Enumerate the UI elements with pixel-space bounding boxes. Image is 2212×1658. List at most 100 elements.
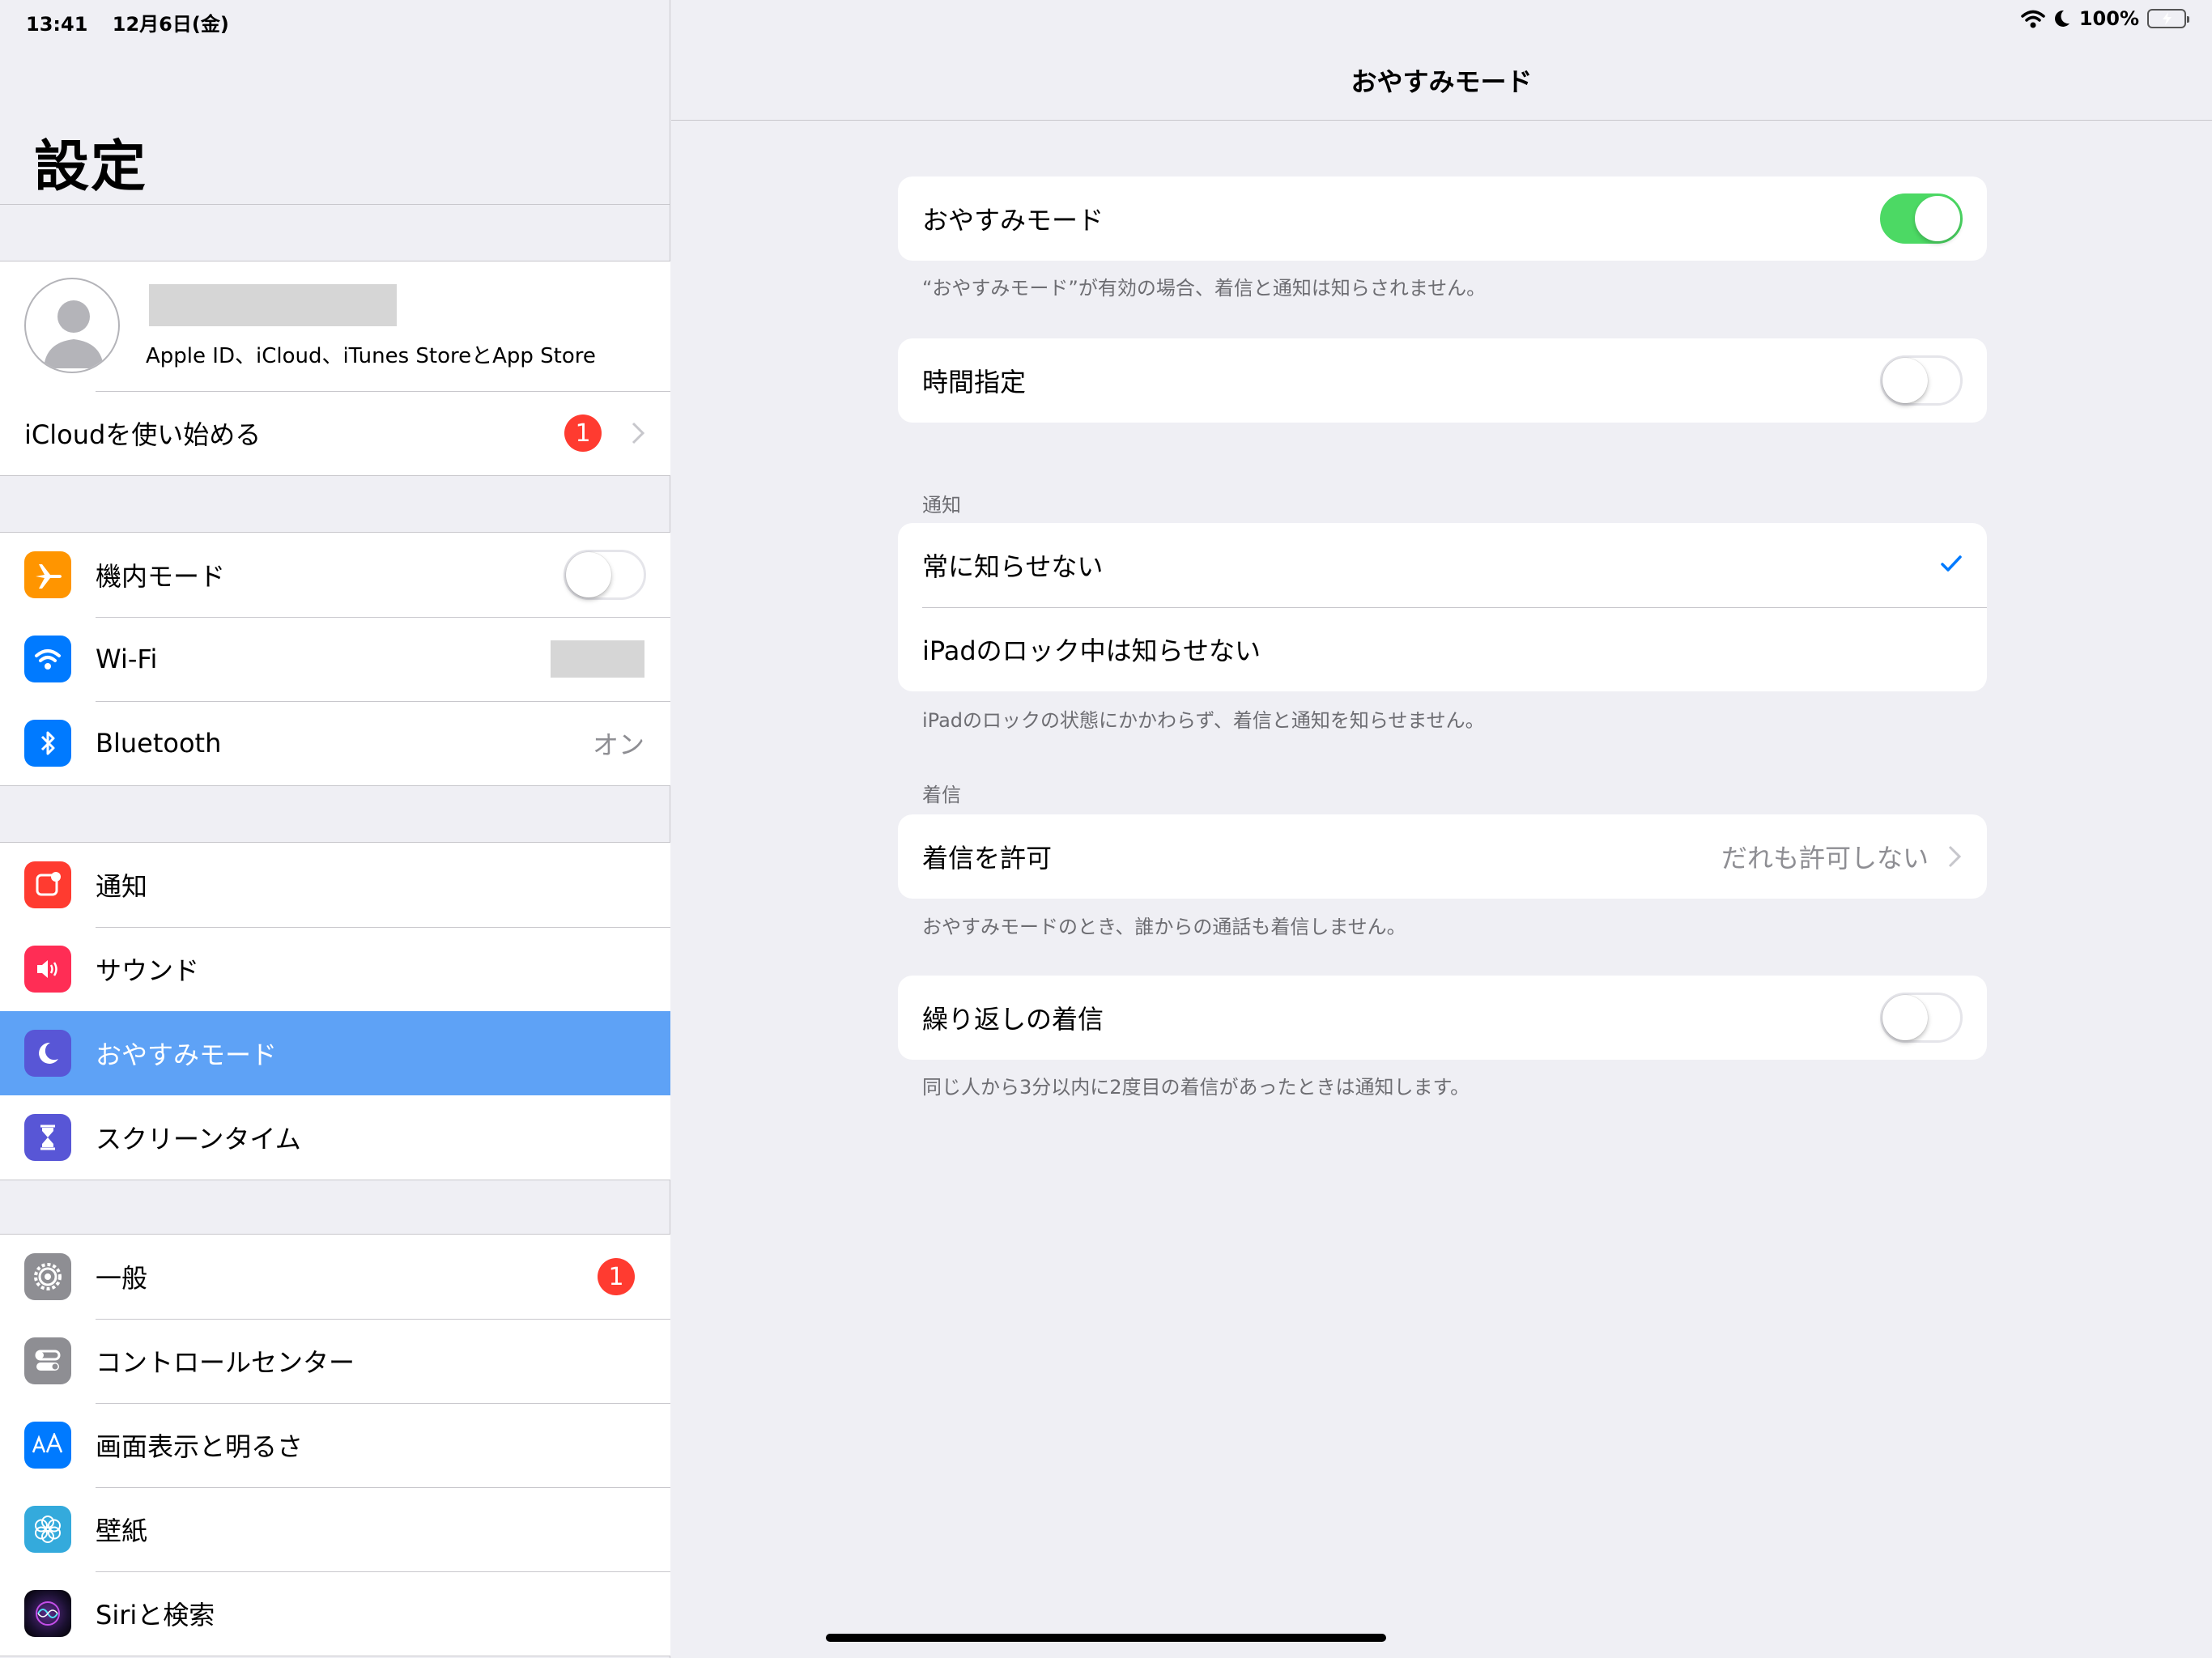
divider xyxy=(0,204,670,205)
sidebar-item-label: Bluetooth xyxy=(96,728,222,759)
siri-icon xyxy=(24,1590,71,1637)
sidebar-title: 設定 xyxy=(34,135,148,199)
icloud-badge: 1 xyxy=(564,414,602,452)
icloud-setup-label: iCloudを使い始める xyxy=(24,419,262,450)
airplane-mode-toggle[interactable] xyxy=(564,550,646,600)
silence-always-label: 常に知らせない xyxy=(922,551,1104,582)
bluetooth-status: オン xyxy=(592,729,644,760)
bluetooth-icon xyxy=(24,720,71,767)
sidebar-item-label: 機内モード xyxy=(96,561,226,592)
silence-locked-label: iPadのロック中は知らせない xyxy=(922,636,1261,666)
sidebar-item-control-center[interactable]: コントロールセンター xyxy=(0,1319,670,1403)
battery-icon xyxy=(2147,9,2189,28)
sidebar-item-label: Siriと検索 xyxy=(96,1600,215,1630)
allow-calls-label: 着信を許可 xyxy=(922,843,1053,874)
connectivity-group: 機内モード Wi-Fi Bluetooth オン xyxy=(0,532,670,786)
sidebar-item-label: おやすみモード xyxy=(96,1039,278,1070)
repeated-calls-card: 繰り返しの着信 xyxy=(898,976,1987,1060)
general-badge: 1 xyxy=(598,1258,635,1295)
allow-calls-value: だれも許可しない xyxy=(1721,843,1929,874)
do-not-disturb-detail: 100% おやすみモード おやすみモード “おやすみモード”が有効の場合、着信と… xyxy=(671,0,2212,1658)
sidebar-item-general[interactable]: 一般 1 xyxy=(0,1235,670,1319)
repeated-calls-row: 繰り返しの着信 xyxy=(898,976,1987,1060)
notifications-icon xyxy=(24,861,71,908)
nav-divider xyxy=(671,120,2212,121)
sidebar-item-wifi[interactable]: Wi-Fi xyxy=(0,617,670,701)
settings-sidebar: 13:41 12月6日(金) 設定 Apple ID、iCloud、iTunes… xyxy=(0,0,670,1658)
dnd-footer: “おやすみモード”が有効の場合、着信と通知は知らされません。 xyxy=(922,277,1487,300)
gear-icon xyxy=(24,1253,71,1300)
silence-locked-row[interactable]: iPadのロック中は知らせない xyxy=(898,607,1987,691)
moon-status-icon xyxy=(2054,10,2069,27)
status-time: 13:41 xyxy=(26,13,88,36)
sound-icon xyxy=(24,946,71,993)
sidebar-item-label: 壁紙 xyxy=(96,1516,148,1546)
sidebar-item-label: 一般 xyxy=(96,1263,148,1294)
sidebar-item-airplane-mode[interactable]: 機内モード xyxy=(0,533,670,617)
redacted-wifi-network xyxy=(551,640,644,678)
general-group: 一般 1 コントロールセンター 画面表示と明るさ 壁紙 Siriと検索 xyxy=(0,1234,670,1656)
home-indicator[interactable] xyxy=(826,1634,1386,1642)
sidebar-item-label: コントロールセンター xyxy=(96,1347,355,1378)
dnd-label: おやすみモード xyxy=(922,205,1104,236)
toggle-knob xyxy=(1915,196,1960,241)
phone-footer: おやすみモードのとき、誰からの通話も着信しません。 xyxy=(922,916,1406,938)
hourglass-icon xyxy=(24,1114,71,1161)
wifi-status-icon xyxy=(2021,10,2045,28)
sidebar-item-siri-search[interactable]: Siriと検索 xyxy=(0,1571,670,1656)
scheduled-label: 時間指定 xyxy=(922,367,1027,397)
sidebar-item-label: サウンド xyxy=(96,955,200,986)
scheduled-row: 時間指定 xyxy=(898,338,1987,423)
chevron-right-icon xyxy=(1946,844,1963,869)
phone-card: 着信を許可 だれも許可しない xyxy=(898,814,1987,899)
display-icon xyxy=(24,1422,71,1469)
sidebar-item-label: 画面表示と明るさ xyxy=(96,1431,304,1462)
silence-always-row[interactable]: 常に知らせない xyxy=(898,523,1987,607)
moon-icon xyxy=(24,1030,71,1077)
silence-section-header: 通知 xyxy=(922,494,961,517)
status-date: 12月6日(金) xyxy=(112,13,229,36)
avatar xyxy=(24,278,120,373)
sidebar-item-bluetooth[interactable]: Bluetooth オン xyxy=(0,701,670,785)
status-indicators: 100% xyxy=(2021,6,2189,31)
apple-id-subtitle: Apple ID、iCloud、iTunes StoreとApp Store xyxy=(146,344,596,368)
scheduled-card: 時間指定 xyxy=(898,338,1987,423)
profile-group: Apple ID、iCloud、iTunes StoreとApp Store i… xyxy=(0,261,670,476)
sidebar-item-screen-time[interactable]: スクリーンタイム xyxy=(0,1095,670,1180)
toggle-knob xyxy=(1882,995,1928,1040)
repeated-calls-toggle[interactable] xyxy=(1880,993,1963,1043)
sidebar-item-wallpaper[interactable]: 壁紙 xyxy=(0,1487,670,1571)
icloud-setup-row[interactable]: iCloudを使い始める 1 xyxy=(0,391,670,475)
airplane-icon xyxy=(24,551,71,598)
sidebar-item-label: 通知 xyxy=(96,871,148,902)
status-time-date: 13:41 12月6日(金) xyxy=(26,8,247,36)
sidebar-item-label: スクリーンタイム xyxy=(96,1124,301,1154)
notifications-group: 通知 サウンド おやすみモード スクリーンタイム xyxy=(0,842,670,1180)
allow-calls-row[interactable]: 着信を許可 だれも許可しない xyxy=(898,814,1987,899)
checkmark-icon xyxy=(1940,554,1963,576)
wifi-icon xyxy=(24,636,71,682)
sidebar-item-sounds[interactable]: サウンド xyxy=(0,927,670,1011)
battery-percent: 100% xyxy=(2078,7,2139,30)
dnd-row: おやすみモード xyxy=(898,176,1987,261)
toggle-knob xyxy=(566,552,611,597)
repeated-calls-footer: 同じ人から3分以内に2度目の着信があったときは通知します。 xyxy=(922,1076,1470,1099)
apple-id-row[interactable]: Apple ID、iCloud、iTunes StoreとApp Store xyxy=(0,261,670,391)
chevron-right-icon xyxy=(630,420,646,446)
phone-section-header: 着信 xyxy=(922,784,961,806)
sidebar-item-display-brightness[interactable]: 画面表示と明るさ xyxy=(0,1403,670,1487)
dnd-toggle[interactable] xyxy=(1880,193,1963,244)
screen: 13:41 12月6日(金) 設定 Apple ID、iCloud、iTunes… xyxy=(0,0,2212,1658)
silence-card: 常に知らせない iPadのロック中は知らせない xyxy=(898,523,1987,691)
toggle-knob xyxy=(1882,358,1928,403)
control-center-icon xyxy=(24,1337,71,1384)
page-title: おやすみモード xyxy=(1351,66,1533,97)
sidebar-item-do-not-disturb[interactable]: おやすみモード xyxy=(0,1011,670,1095)
dnd-card: おやすみモード xyxy=(898,176,1987,261)
sidebar-item-notifications[interactable]: 通知 xyxy=(0,843,670,927)
sidebar-item-label: Wi-Fi xyxy=(96,644,158,674)
wallpaper-icon xyxy=(24,1506,71,1553)
redacted-account-name xyxy=(149,284,397,326)
scheduled-toggle[interactable] xyxy=(1880,355,1963,406)
silence-footer: iPadのロックの状態にかかわらず、着信と通知を知らせません。 xyxy=(922,709,1485,732)
